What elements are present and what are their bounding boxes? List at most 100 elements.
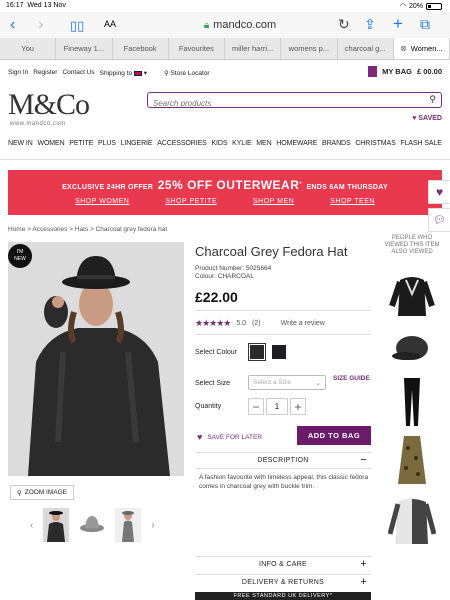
new-tab-icon[interactable]: +	[393, 14, 403, 34]
status-right: ◠ 20%	[400, 2, 442, 10]
info-care-toggle[interactable]: INFO & CARE +	[195, 557, 371, 572]
delivery-returns-toggle[interactable]: DELIVERY & RETURNS +	[195, 575, 371, 590]
browser-tab[interactable]: Favourites	[169, 38, 225, 59]
forward-icon[interactable]: ›	[38, 16, 43, 34]
search-box[interactable]: ⚲	[147, 92, 442, 111]
grey-cap-image	[392, 336, 428, 360]
save-for-later-button[interactable]: ♥ SAVE FOR LATER	[197, 432, 262, 442]
browser-tab[interactable]: You	[0, 38, 57, 59]
share-icon[interactable]: ⇪	[364, 16, 376, 33]
product-price: £22.00	[195, 289, 238, 305]
back-icon[interactable]: ‹	[10, 16, 15, 34]
nav-item-brands[interactable]: BRANDS	[322, 140, 351, 158]
reader-button[interactable]: AA	[104, 19, 116, 29]
shop-men-link[interactable]: SHOP MEN	[253, 198, 294, 205]
description-text: A fashion favourite with timeless appeal…	[199, 474, 369, 490]
register-link[interactable]: Register	[33, 69, 57, 77]
size-select[interactable]: Select a Size ⌄	[248, 375, 326, 390]
battery-icon	[426, 2, 442, 10]
browser-toolbar: ‹ › ▯▯ AA 🔒︎ mandco.com ↻ ⇪ + ⧉	[0, 12, 450, 38]
zoom-image-button[interactable]: ⚲ ZOOM IMAGE	[10, 485, 74, 500]
browser-tab[interactable]: Fineway 1...	[56, 38, 113, 59]
thumbnail[interactable]	[79, 508, 106, 542]
wishlist-float-button[interactable]: ♥	[428, 180, 450, 204]
also-viewed-item[interactable]	[388, 270, 436, 318]
promo-links: SHOP WOMEN SHOP PETITE SHOP MEN SHOP TEE…	[8, 198, 442, 205]
shipping-link[interactable]: Shipping to ▾	[100, 69, 147, 77]
chevron-down-icon: ⌄	[315, 379, 321, 387]
bag-label: MY BAG	[382, 67, 412, 76]
browser-tab-active[interactable]: ⊗ Women...	[393, 38, 450, 59]
shop-women-link[interactable]: SHOP WOMEN	[75, 198, 129, 205]
size-label: Select Size	[195, 380, 231, 387]
colour-label: Select Colour	[195, 349, 238, 356]
star-rating-icon: ★★★★★	[195, 318, 231, 328]
also-viewed-item[interactable]	[388, 376, 436, 428]
thumbs-next-icon[interactable]: ›	[151, 520, 154, 531]
address-bar[interactable]: 🔒︎ mandco.com	[160, 17, 320, 33]
nav-item-flash-sale[interactable]: FLASH SALE	[400, 140, 442, 158]
thumbnail-model-side-icon	[122, 511, 135, 542]
nav-item-women[interactable]: WOMEN	[37, 140, 64, 158]
browser-tab[interactable]: Facebook	[113, 38, 169, 59]
close-tab-icon[interactable]: ⊗	[400, 44, 407, 53]
write-review-link[interactable]: Write a review	[281, 320, 325, 327]
shop-petite-link[interactable]: SHOP PETITE	[165, 198, 217, 205]
status-time: 16:17 Wed 13 Nov	[6, 2, 66, 9]
nav-item-plus[interactable]: PLUS	[98, 140, 116, 158]
sign-in-link[interactable]: Sign In	[8, 69, 28, 77]
bookmarks-icon[interactable]: ▯▯	[70, 18, 84, 34]
thumbnail-model-icon	[47, 511, 66, 542]
expand-icon: +	[360, 576, 367, 588]
expand-icon: +	[360, 558, 367, 570]
quantity-decrease-button[interactable]: −	[248, 398, 264, 415]
chat-float-button[interactable]: 💬︎	[428, 208, 450, 232]
nav-item-kids[interactable]: KIDS	[211, 140, 227, 158]
saved-link[interactable]: ♥ SAVED	[412, 115, 442, 122]
quantity-label: Quantity	[195, 403, 222, 410]
nav-item-accessories[interactable]: ACCESSORIES	[157, 140, 207, 158]
site-logo[interactable]: M&Co	[8, 88, 90, 122]
also-viewed-item[interactable]	[388, 434, 436, 486]
leopard-skirt-image	[398, 436, 426, 484]
magnifier-icon: ⚲	[16, 489, 22, 497]
also-viewed-item[interactable]	[388, 330, 436, 366]
rating-count[interactable]: (2)	[252, 320, 261, 327]
quantity-value[interactable]: 1	[266, 398, 288, 415]
colour-swatch-black[interactable]	[272, 345, 286, 359]
description-toggle[interactable]: DESCRIPTION −	[195, 453, 371, 468]
shop-teen-link[interactable]: SHOP TEEN	[330, 198, 375, 205]
quantity-stepper: − 1 +	[248, 398, 306, 415]
heart-icon: ♥	[197, 432, 203, 442]
quantity-increase-button[interactable]: +	[290, 398, 306, 415]
size-guide-link[interactable]: SIZE GUIDE	[333, 375, 370, 382]
collapse-icon: −	[360, 454, 367, 466]
nav-item-lingerie[interactable]: LINGERIE	[121, 140, 153, 158]
tabs-overview-icon[interactable]: ⧉	[420, 16, 430, 33]
model-photo	[8, 242, 184, 476]
browser-tab[interactable]: womens p...	[281, 38, 338, 59]
promo-banner[interactable]: EXCLUSIVE 24HR OFFER 25% OFF OUTERWEAR* …	[8, 170, 442, 215]
browser-tab[interactable]: miller harri...	[225, 38, 282, 59]
product-image[interactable]	[8, 242, 184, 476]
reload-icon[interactable]: ↻	[338, 16, 350, 33]
store-locator-link[interactable]: ⚲ Store Locator	[164, 69, 210, 77]
nav-item-men[interactable]: MEN	[256, 140, 271, 158]
search-icon[interactable]: ⚲	[429, 94, 436, 105]
nav-item-petite[interactable]: PETITE	[69, 140, 93, 158]
breadcrumb[interactable]: Home > Accessories > Hats > Charcoal gre…	[8, 226, 167, 233]
browser-tab[interactable]: charcoal g...	[338, 38, 394, 59]
nav-item-homeware[interactable]: HOMEWARE	[276, 140, 317, 158]
thumbs-prev-icon[interactable]: ‹	[30, 520, 33, 531]
search-input[interactable]	[148, 96, 408, 111]
nav-item-new-in[interactable]: NEW IN	[8, 140, 33, 158]
thumbnail[interactable]	[43, 508, 70, 542]
add-to-bag-button[interactable]: ADD TO BAG	[297, 426, 371, 445]
contact-link[interactable]: Contact Us	[62, 69, 94, 77]
my-bag-button[interactable]: MY BAG £ 00.00	[368, 66, 442, 77]
thumbnail[interactable]	[115, 508, 142, 542]
colour-swatch-charcoal[interactable]	[248, 343, 266, 361]
nav-item-christmas[interactable]: CHRISTMAS	[355, 140, 395, 158]
nav-item-kylie[interactable]: KYLIE	[232, 140, 251, 158]
also-viewed-item[interactable]	[387, 494, 437, 546]
